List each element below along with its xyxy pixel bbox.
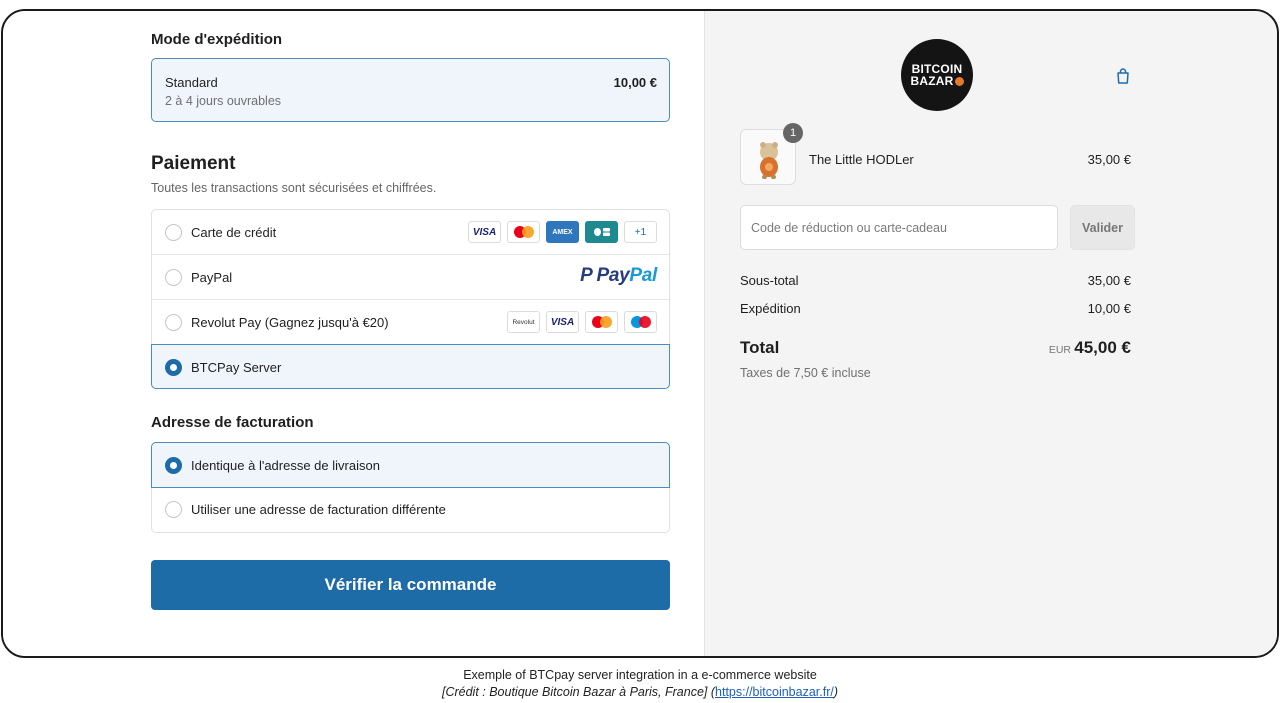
total-value: 45,00 €: [1074, 338, 1131, 357]
amex-icon: AMEX: [546, 221, 579, 243]
shipping-option-name: Standard: [165, 75, 218, 90]
apply-discount-button[interactable]: Valider: [1070, 205, 1135, 250]
payment-option-revolut[interactable]: Revolut Pay (Gagnez jusqu'à €20) Revolut…: [152, 300, 669, 345]
radio-billing-same[interactable]: [165, 457, 182, 474]
billing-options: Identique à l'adresse de livraison Utili…: [151, 442, 670, 533]
total-label: Total: [740, 338, 780, 357]
discount-code-input[interactable]: [740, 205, 1058, 250]
subtotal-label: Sous-total: [740, 273, 799, 288]
card-badges: VISA AMEX +1: [468, 221, 657, 243]
shipping-heading: Mode d'expédition: [151, 31, 283, 48]
cb-card-icon: [585, 221, 618, 243]
shipping-option-delay: 2 à 4 jours ouvrables: [165, 94, 282, 108]
figure-caption: Exemple of BTCpay server integration in …: [463, 668, 817, 682]
order-summary: BITCOIN BAZAR 1 The Little HODLer 35,00 …: [704, 11, 1277, 656]
shipping-cost-value: 10,00 €: [1087, 301, 1131, 316]
billing-option-different[interactable]: Utiliser une adresse de facturation diff…: [152, 487, 669, 532]
visa-icon: VISA: [468, 221, 501, 243]
payment-heading: Paiement: [151, 153, 236, 174]
total-currency: EUR: [1048, 344, 1071, 356]
visa-icon: VISA: [546, 311, 579, 333]
revolut-badges: Revolut VISA: [507, 311, 657, 333]
verify-order-button[interactable]: Vérifier la commande: [151, 560, 670, 610]
tax-note: Taxes de 7,50 € incluse: [740, 366, 871, 380]
payment-option-label: BTCPay Server: [191, 360, 282, 375]
payment-option-label: PayPal: [191, 270, 233, 285]
mastercard-icon: [585, 311, 618, 333]
revolut-icon: Revolut: [507, 311, 540, 333]
radio-btcpay[interactable]: [165, 359, 182, 376]
checkout-window: Mode d'expédition Standard 2 à 4 jours o…: [1, 9, 1279, 658]
radio-billing-different[interactable]: [165, 501, 182, 518]
shipping-option-price: 10,00 €: [613, 75, 657, 90]
radio-revolut[interactable]: [165, 314, 182, 331]
more-cards-badge: +1: [624, 221, 657, 243]
figure-credit: [Crédit : Boutique Bitcoin Bazar à Paris…: [441, 685, 839, 699]
billing-option-label: Utiliser une adresse de facturation diff…: [191, 502, 446, 517]
payment-option-btcpay[interactable]: BTCPay Server: [151, 344, 670, 389]
payment-option-credit-card[interactable]: Carte de crédit VISA AMEX +1: [152, 210, 669, 255]
quantity-badge: 1: [783, 123, 803, 143]
radio-credit-card[interactable]: [165, 224, 182, 241]
bitcoin-bazar-logo[interactable]: BITCOIN BAZAR: [901, 39, 973, 111]
payment-option-label: Revolut Pay (Gagnez jusqu'à €20): [191, 315, 389, 330]
radio-paypal[interactable]: [165, 269, 182, 286]
maestro-icon: [624, 311, 657, 333]
product-name: The Little HODLer: [809, 152, 914, 167]
mastercard-icon: [507, 221, 540, 243]
billing-option-label: Identique à l'adresse de livraison: [191, 458, 380, 473]
payment-methods: Carte de crédit VISA AMEX +1 PayPal P Pa…: [151, 209, 670, 389]
billing-option-same[interactable]: Identique à l'adresse de livraison: [151, 442, 670, 488]
shipping-cost-label: Expédition: [740, 301, 801, 316]
payment-subtitle: Toutes les transactions sont sécurisées …: [151, 181, 437, 195]
checkout-form: Mode d'expédition Standard 2 à 4 jours o…: [3, 11, 704, 656]
shipping-option-standard[interactable]: Standard 2 à 4 jours ouvrables 10,00 €: [151, 58, 670, 122]
payment-option-label: Carte de crédit: [191, 225, 277, 240]
payment-option-paypal[interactable]: PayPal P PayPal: [152, 255, 669, 300]
subtotal-value: 35,00 €: [1087, 273, 1131, 288]
shopping-bag-icon[interactable]: [1114, 67, 1132, 85]
paypal-logo-icon: P PayPal: [580, 265, 657, 286]
billing-heading: Adresse de facturation: [151, 414, 314, 431]
product-price: 35,00 €: [1087, 152, 1131, 167]
bitcoinbazar-link[interactable]: https://bitcoinbazar.fr/: [715, 685, 834, 699]
